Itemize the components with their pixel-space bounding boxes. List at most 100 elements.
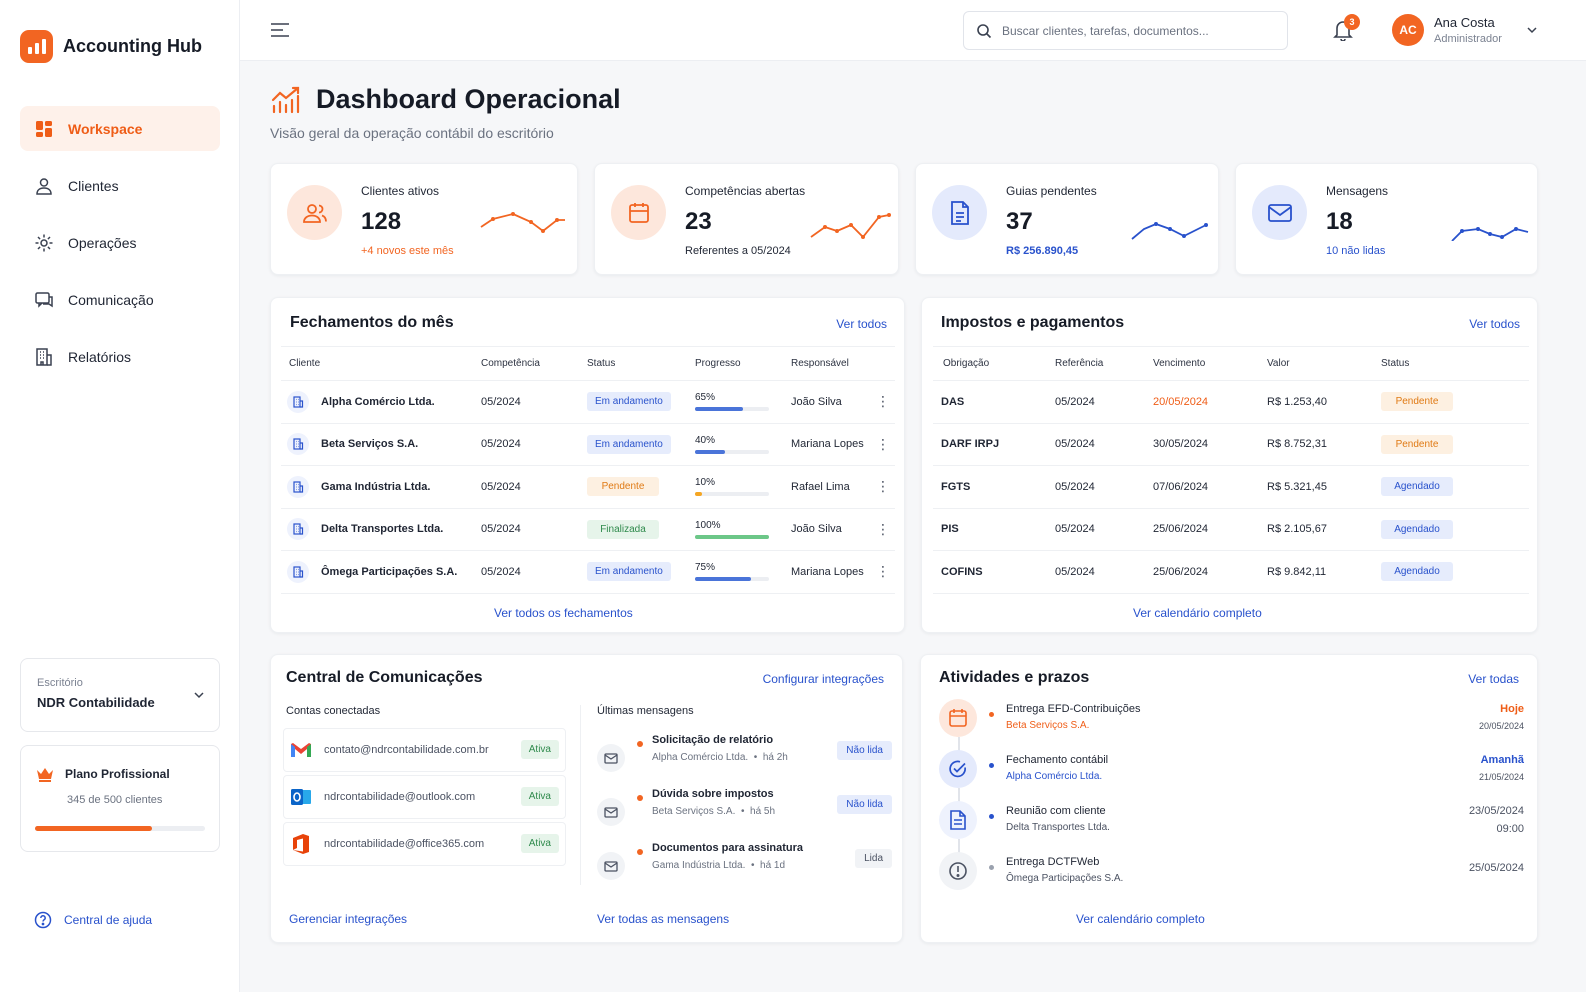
sparkline — [810, 213, 891, 239]
client-cell: Delta Transportes Ltda. — [281, 508, 481, 551]
sidebar-item-comunicacao[interactable]: Comunicação — [20, 277, 220, 322]
menu-icon[interactable] — [270, 22, 290, 38]
status-badge: Ativa — [520, 834, 559, 853]
more-options-icon[interactable]: ⋮ — [871, 550, 895, 594]
activity-title: Entrega EFD-Contribuições — [1006, 703, 1141, 715]
taxes-table: Obrigação Referência Vencimento Valor St… — [933, 346, 1529, 594]
progress-value: 65% — [695, 392, 716, 404]
section-title: Central de Comunicações — [286, 669, 483, 686]
table-row[interactable]: PIS 05/2024 25/06/2024 R$ 2.105,67 Agend… — [933, 508, 1529, 551]
value-cell: R$ 9.842,11 — [1267, 550, 1381, 594]
connected-account[interactable]: ndrcontabilidade@office365.com Ativa — [283, 822, 566, 866]
progress-cell: 40% — [695, 423, 791, 466]
activity-item[interactable]: Entrega EFD-Contribuições Beta Serviços … — [939, 699, 1524, 745]
message-item[interactable]: Dúvida sobre impostos Beta Serviços S.A.… — [597, 788, 892, 838]
more-options-icon[interactable]: ⋮ — [871, 423, 895, 466]
table-row[interactable]: Gama Indústria Ltda. 05/2024 Pendente 10… — [281, 465, 895, 509]
messages-label: Últimas mensagens — [597, 705, 694, 717]
view-calendar-link[interactable]: Ver calendário completo — [1133, 606, 1262, 620]
activity-when: Hoje — [1500, 703, 1524, 715]
message-item[interactable]: Solicitação de relatório Alpha Comércio … — [597, 734, 892, 784]
status-badge: Em andamento — [587, 392, 671, 412]
table-row[interactable]: Beta Serviços S.A. 05/2024 Em andamento … — [281, 423, 895, 466]
activity-when: Amanhã — [1480, 754, 1524, 766]
kpi-sub: R$ 256.890,45 — [1006, 245, 1079, 257]
table-row[interactable]: DARF IRPJ 05/2024 30/05/2024 R$ 8.752,31… — [933, 423, 1529, 466]
connected-account[interactable]: ndrcontabilidade@outlook.com Ativa — [283, 775, 566, 819]
progress-fill — [695, 407, 744, 412]
search-icon — [977, 23, 992, 38]
activities-card: Atividades e prazos Ver todas Entrega EF… — [920, 654, 1538, 943]
plan-card: Plano Profissional 345 de 500 clientes — [20, 745, 220, 852]
help-link[interactable]: Central de ajuda — [34, 911, 152, 929]
message-meta: Beta Serviços S.A. • há 5h — [652, 806, 776, 817]
kpi-card-periods[interactable]: Competências abertas 23 Referentes a 05/… — [594, 163, 899, 275]
more-options-icon[interactable]: ⋮ — [871, 380, 895, 424]
status-cell: Em andamento — [587, 380, 695, 424]
period-cell: 05/2024 — [481, 380, 587, 424]
table-row[interactable]: FGTS 05/2024 07/06/2024 R$ 5.321,45 Agen… — [933, 465, 1529, 509]
activity-item[interactable]: Reunião com cliente Delta Transportes Lt… — [939, 801, 1524, 847]
search-input[interactable] — [1002, 23, 1262, 38]
manage-integrations-link[interactable]: Gerenciar integrações — [289, 912, 407, 926]
office-selector[interactable]: Escritório NDR Contabilidade — [20, 658, 220, 732]
building-icon — [287, 475, 309, 498]
sidebar-item-relatorios[interactable]: Relatórios — [20, 334, 220, 379]
client-name: Ômega Participações S.A. — [321, 565, 458, 578]
client-cell: Alpha Comércio Ltda. — [281, 380, 481, 424]
user-icon — [36, 177, 52, 195]
connected-account[interactable]: contato@ndrcontabilidade.com.br Ativa — [283, 728, 566, 772]
sidebar-item-clientes[interactable]: Clientes — [20, 163, 220, 208]
sidebar-item-label: Relatórios — [68, 348, 132, 365]
status-cell: Agendado — [1381, 465, 1529, 509]
obligation-cell: PIS — [933, 508, 1055, 551]
activity-client: Delta Transportes Ltda. — [1006, 822, 1110, 833]
column-header: Progresso — [695, 346, 791, 381]
status-badge: Não lida — [837, 741, 892, 760]
view-all-closings-link[interactable]: Ver todos os fechamentos — [494, 606, 633, 620]
table-row[interactable]: Ômega Participações S.A. 05/2024 Em anda… — [281, 550, 895, 594]
account-email: ndrcontabilidade@office365.com — [324, 838, 485, 850]
progress-bar — [695, 577, 769, 582]
table-row[interactable]: COFINS 05/2024 25/06/2024 R$ 9.842,11 Ag… — [933, 550, 1529, 594]
check-circle-icon — [939, 750, 977, 788]
message-item[interactable]: Documentos para assinatura Gama Indústri… — [597, 842, 892, 892]
sidebar-item-workspace[interactable]: Workspace — [20, 106, 220, 151]
activity-item[interactable]: Fechamento contábil Alpha Comércio Ltda.… — [939, 750, 1524, 796]
document-icon — [939, 801, 977, 839]
view-all-link[interactable]: Ver todas — [1468, 672, 1519, 686]
activity-dot — [989, 814, 994, 819]
view-calendar-link[interactable]: Ver calendário completo — [1076, 912, 1205, 926]
more-options-icon[interactable]: ⋮ — [871, 465, 895, 509]
more-options-icon[interactable]: ⋮ — [871, 508, 895, 551]
unread-dot — [637, 795, 643, 801]
kpi-card-clients[interactable]: Clientes ativos 128 +4 novos este mês — [270, 163, 578, 275]
brand[interactable]: Accounting Hub — [20, 30, 202, 63]
help-icon — [34, 911, 52, 929]
value-cell: R$ 1.253,40 — [1267, 380, 1381, 424]
column-header: Responsável — [791, 346, 871, 381]
gear-icon — [35, 234, 53, 251]
sidebar-item-operacoes[interactable]: Operações — [20, 220, 220, 265]
status-badge: Pendente — [1381, 434, 1453, 454]
kpi-card-guides[interactable]: Guias pendentes 37 R$ 256.890,45 — [915, 163, 1219, 275]
view-all-link[interactable]: Ver todos — [836, 317, 887, 331]
progress-fill — [695, 577, 751, 582]
office-name: NDR Contabilidade — [37, 695, 155, 710]
user-name: Ana Costa — [1434, 15, 1495, 30]
status-badge: Lida — [855, 849, 892, 868]
table-row[interactable]: Alpha Comércio Ltda. 05/2024 Em andament… — [281, 380, 895, 424]
office-icon — [293, 834, 309, 854]
column-header: Status — [1381, 346, 1529, 381]
client-cell: Ômega Participações S.A. — [281, 550, 481, 594]
configure-integrations-link[interactable]: Configurar integrações — [763, 672, 884, 686]
building-icon — [36, 347, 52, 366]
table-row[interactable]: DAS 05/2024 20/05/2024 R$ 1.253,40 Pende… — [933, 380, 1529, 424]
view-all-messages-link[interactable]: Ver todas as mensagens — [597, 912, 729, 926]
view-all-link[interactable]: Ver todos — [1469, 317, 1520, 331]
table-row[interactable]: Delta Transportes Ltda. 05/2024 Finaliza… — [281, 508, 895, 551]
account-email: contato@ndrcontabilidade.com.br — [324, 744, 489, 756]
activity-item[interactable]: Entrega DCTFWeb Ômega Participações S.A.… — [939, 852, 1524, 898]
kpi-card-messages[interactable]: Mensagens 18 10 não lidas — [1235, 163, 1538, 275]
user-menu[interactable]: AC Ana Costa Administrador — [1392, 14, 1538, 46]
